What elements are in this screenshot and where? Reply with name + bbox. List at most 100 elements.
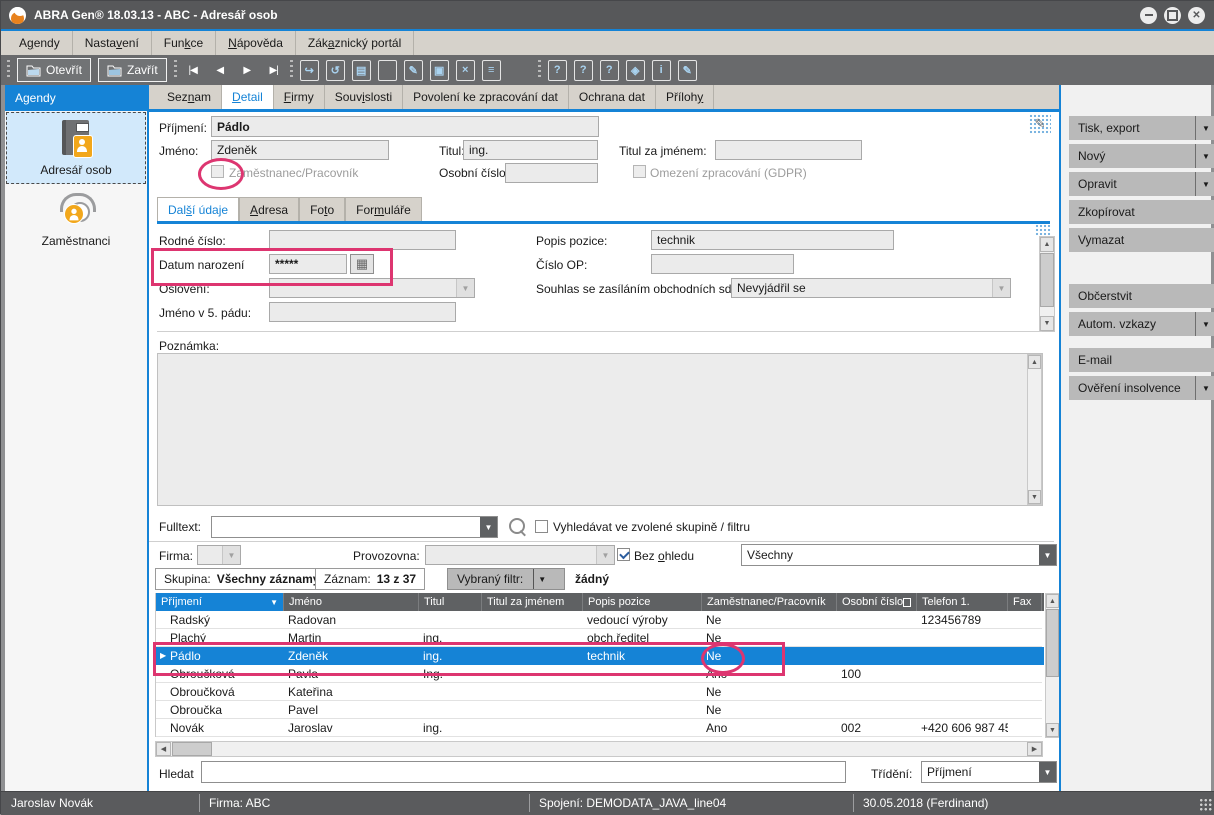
next-record-icon[interactable]: ▶ — [238, 65, 256, 76]
last-record-icon[interactable]: ▶| — [265, 65, 283, 76]
scroll-down-icon[interactable]: ▼ — [1028, 490, 1041, 504]
scroll-down-icon[interactable]: ▼ — [1046, 723, 1059, 737]
table-row[interactable]: RadskýRadovanvedoucí výrobyNe123456789 — [156, 611, 1044, 629]
sidebar-item-zamestnanci[interactable]: Zaměstnanci — [6, 185, 146, 255]
titul-input[interactable]: ing. — [463, 140, 598, 160]
popis-pozice-input[interactable]: technik — [651, 230, 894, 250]
tab-d-etail[interactable]: Detail — [222, 85, 274, 109]
maximize-button[interactable] — [1164, 7, 1181, 24]
feedback-icon[interactable]: ✎ — [678, 60, 697, 81]
poznamka-textarea[interactable] — [157, 353, 1043, 506]
chevron-down-icon[interactable]: ▼ — [1196, 320, 1214, 329]
chevron-down-icon[interactable]: ▼ — [992, 279, 1010, 297]
tab-f-irmy[interactable]: Firmy — [274, 85, 325, 109]
subtab-for-m-ulare[interactable]: Formuláře — [345, 197, 422, 221]
open-button[interactable]: Otevřít — [17, 58, 91, 82]
skupina-box[interactable]: Skupina: Všechny záznamy — [155, 568, 328, 590]
chevron-down-icon[interactable]: ▼ — [534, 575, 550, 584]
chevron-down-icon[interactable]: ▼ — [596, 546, 614, 564]
cislo-op-input[interactable] — [651, 254, 794, 274]
table-row[interactable]: ObroučkováKateřinaNe — [156, 683, 1044, 701]
first-record-icon[interactable]: |◀ — [184, 65, 202, 76]
hledat-input[interactable] — [201, 761, 846, 783]
close-agenda-button[interactable]: Zavřít — [98, 58, 167, 82]
prev-record-icon[interactable]: ◀ — [211, 65, 229, 76]
chevron-down-icon[interactable]: ▼ — [1196, 180, 1214, 189]
action-button-obcerstvit[interactable]: Občerstvit — [1069, 284, 1214, 308]
action-button-tisk-export[interactable]: Tisk, export▼ — [1069, 116, 1214, 140]
vsechny-combo[interactable]: Všechny▼ — [741, 544, 1057, 566]
edit-record-icon[interactable]: ✎ — [404, 60, 423, 81]
tab-priloh-y[interactable]: Přílohy — [656, 85, 714, 109]
tab-souv-i-slosti[interactable]: Souvislosti — [325, 85, 403, 109]
action-button-novy[interactable]: Nový▼ — [1069, 144, 1214, 168]
zamestnanec-checkbox[interactable] — [211, 165, 224, 178]
scrollbar-thumb[interactable] — [1046, 609, 1059, 677]
menu-item-nasta-v-eni[interactable]: Nastavení — [73, 31, 152, 55]
col-header-jmeno[interactable]: Jméno — [284, 593, 419, 611]
datum-narozeni-input[interactable]: ***** — [269, 254, 347, 274]
subtab-fo-t-o[interactable]: Foto — [299, 197, 345, 221]
action-button-autom-vzkazy[interactable]: Autom. vzkazy▼ — [1069, 312, 1214, 336]
scroll-down-icon[interactable]: ▼ — [1040, 316, 1054, 331]
goto-record-icon[interactable]: ↪ — [300, 60, 319, 81]
col-header-zamestnanec-pracovnik[interactable]: Zaměstnanec/Pracovník — [702, 593, 837, 611]
fulltext-combo[interactable]: ▼ — [211, 516, 498, 538]
chevron-down-icon[interactable]: ▼ — [222, 546, 240, 564]
vybrany-filtr-button[interactable]: Vybraný filtr: ▼ — [447, 568, 565, 590]
table-row[interactable]: ObroučkaPavelNe — [156, 701, 1044, 719]
help-icon[interactable]: ? — [548, 60, 567, 81]
col-header-fax[interactable]: Fax — [1008, 593, 1042, 611]
table-scrollbar[interactable]: ▲ ▼ — [1045, 593, 1060, 738]
action-button-opravit[interactable]: Opravit▼ — [1069, 172, 1214, 196]
subtab-a-dresa[interactable]: Adresa — [239, 197, 299, 221]
search-icon[interactable] — [509, 518, 525, 534]
chevron-down-icon[interactable]: ▼ — [1196, 124, 1214, 133]
menu-item-n-apoveda[interactable]: Nápověda — [216, 31, 296, 55]
customize-layout-icon[interactable]: ✎ — [1029, 114, 1051, 134]
close-button[interactable]: ✕ — [1188, 7, 1205, 24]
new-page-icon[interactable] — [378, 60, 397, 81]
table-row[interactable]: ObroučkováPavlaIng.Ano100 — [156, 665, 1044, 683]
scroll-right-icon[interactable]: ▶ — [1027, 742, 1042, 756]
trideni-combo[interactable]: Příjmení▼ — [921, 761, 1057, 783]
chevron-down-icon[interactable]: ▼ — [1196, 152, 1214, 161]
firma-combo[interactable]: ▼ — [197, 545, 241, 565]
scrollbar-thumb[interactable] — [172, 742, 212, 756]
col-header-titul-za-jmenem[interactable]: Titul za jménem — [482, 593, 583, 611]
delete-record-icon[interactable]: × — [456, 60, 475, 81]
bez-ohledu-checkbox[interactable] — [617, 548, 630, 561]
osobni-cislo-input[interactable] — [505, 163, 598, 183]
action-button-vymazat[interactable]: Vymazat — [1069, 228, 1214, 252]
scroll-up-icon[interactable]: ▲ — [1040, 237, 1054, 252]
chevron-down-icon[interactable]: ▼ — [1039, 545, 1056, 565]
provozovna-combo[interactable]: ▼ — [425, 545, 615, 565]
related-docs-icon[interactable]: ◈ — [626, 60, 645, 81]
sidebar-item-adresar-osob[interactable]: Adresář osob — [6, 112, 146, 184]
chevron-down-icon[interactable]: ▼ — [456, 279, 474, 297]
chevron-down-icon[interactable]: ▼ — [1196, 384, 1214, 393]
table-row[interactable]: PlachýMartining.obch.ředitelNe — [156, 629, 1044, 647]
action-button-zkopirovat[interactable]: Zkopírovat — [1069, 200, 1214, 224]
refresh-record-icon[interactable]: ↺ — [326, 60, 345, 81]
table-row[interactable]: ▶PádloZdeněking.technikNe — [156, 647, 1044, 665]
jmeno-input[interactable]: Zdeněk — [211, 140, 389, 160]
souhlas-combo[interactable]: Nevyjádřil se▼ — [731, 278, 1011, 298]
protocol-icon[interactable]: ≡ — [482, 60, 501, 81]
poznamka-scrollbar[interactable]: ▲ ▼ — [1027, 354, 1042, 505]
scrollbar-thumb[interactable] — [1040, 253, 1054, 307]
info-icon[interactable]: i — [652, 60, 671, 81]
jmeno-v-5-padu-input[interactable] — [269, 302, 456, 322]
rodne-cislo-input[interactable] — [269, 230, 456, 250]
action-button-overeni-insolvence[interactable]: Ověření insolvence▼ — [1069, 376, 1214, 400]
chevron-down-icon[interactable]: ▼ — [480, 517, 497, 537]
column-options-icon[interactable] — [903, 598, 911, 607]
panel-resize-handle[interactable] — [1035, 224, 1051, 236]
action-button-e-mail[interactable]: E-mail — [1069, 348, 1214, 372]
resize-grip[interactable] — [1199, 798, 1212, 811]
fields-scrollbar[interactable]: ▲ ▼ — [1039, 236, 1055, 332]
vyhledavat-checkbox[interactable] — [535, 520, 548, 533]
col-header-popis-pozice[interactable]: Popis pozice — [583, 593, 702, 611]
context-help-icon[interactable]: ? — [574, 60, 593, 81]
col-header-osobni-cislo[interactable]: Osobní číslo — [837, 593, 917, 611]
